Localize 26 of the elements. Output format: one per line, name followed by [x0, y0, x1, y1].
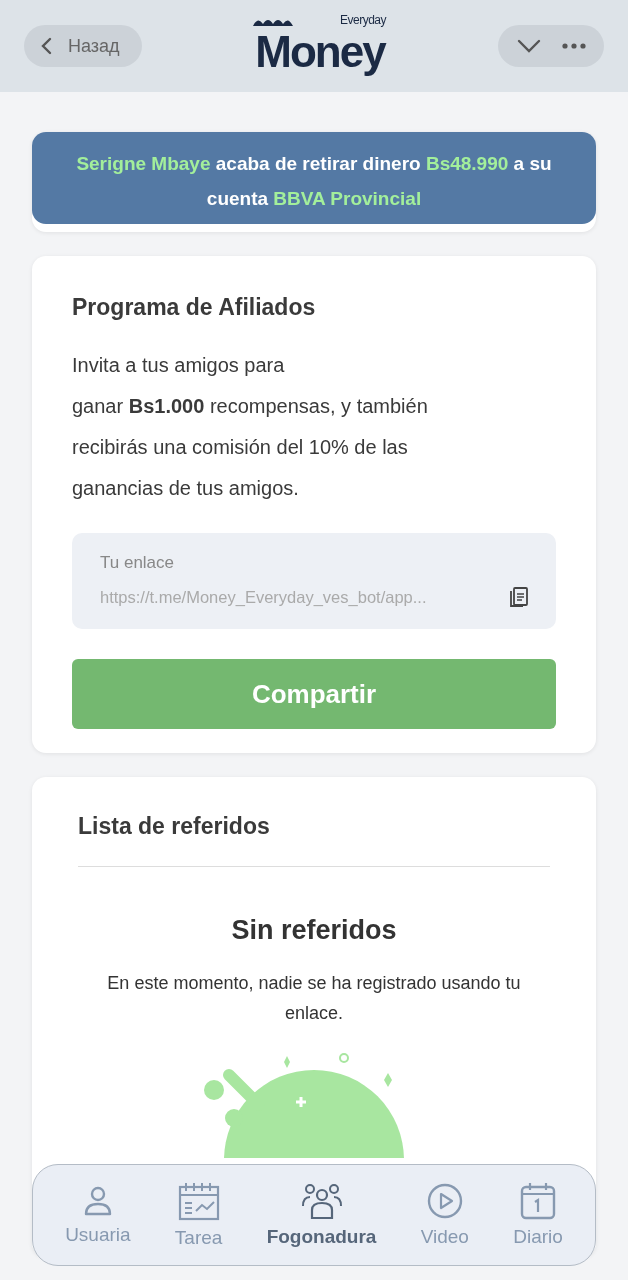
calendar-chart-icon	[177, 1181, 220, 1221]
card-title: Programa de Afiliados	[72, 294, 317, 321]
nav-tab[interactable]: Diario	[513, 1182, 563, 1248]
play-icon	[425, 1182, 464, 1220]
nav-tab[interactable]: Usuaria	[65, 1184, 131, 1246]
logo-tagline: Everyday	[339, 14, 386, 27]
link-field[interactable]: Tu enlace https://t.me/Money_Everyday_ves_bot/app...	[72, 533, 556, 629]
affiliate-description: Invita a tus amigos para ganar Bs1.000 recompensas, y también recibirás una comisión del 10% de las ganancias de tus amigos.	[72, 353, 429, 501]
empty-message: En este momento, nadie se ha registrado usando tu enlace.	[106, 972, 522, 1025]
link-value: https://t.me/Money_Everyday_ves_bot/app...	[100, 587, 427, 607]
copy-icon[interactable]	[510, 587, 528, 607]
calendar-icon	[520, 1182, 556, 1220]
back-button[interactable]: Назад	[24, 25, 142, 67]
nav-tab[interactable]: Tarea	[174, 1181, 223, 1249]
more-icon[interactable]	[561, 43, 586, 49]
logo-wordmark: Money	[255, 27, 385, 77]
share-button[interactable]: Compartir	[72, 659, 556, 729]
chevron-left-icon	[40, 36, 54, 56]
field-label: Tu enlace	[100, 553, 176, 573]
card-title: Lista de referidos	[78, 813, 270, 840]
nav-tab[interactable]: Video	[420, 1182, 469, 1248]
chevron-down-icon[interactable]	[516, 39, 541, 53]
empty-title: Sin referidos	[231, 915, 397, 946]
group-icon	[300, 1182, 343, 1220]
nav-tab[interactable]: Fogonadura	[266, 1182, 377, 1248]
withdrawal-notification: Serigne Mbaye acaba de retirar dinero Bs48.990 a su cuenta BBVA Provincial	[32, 132, 596, 224]
